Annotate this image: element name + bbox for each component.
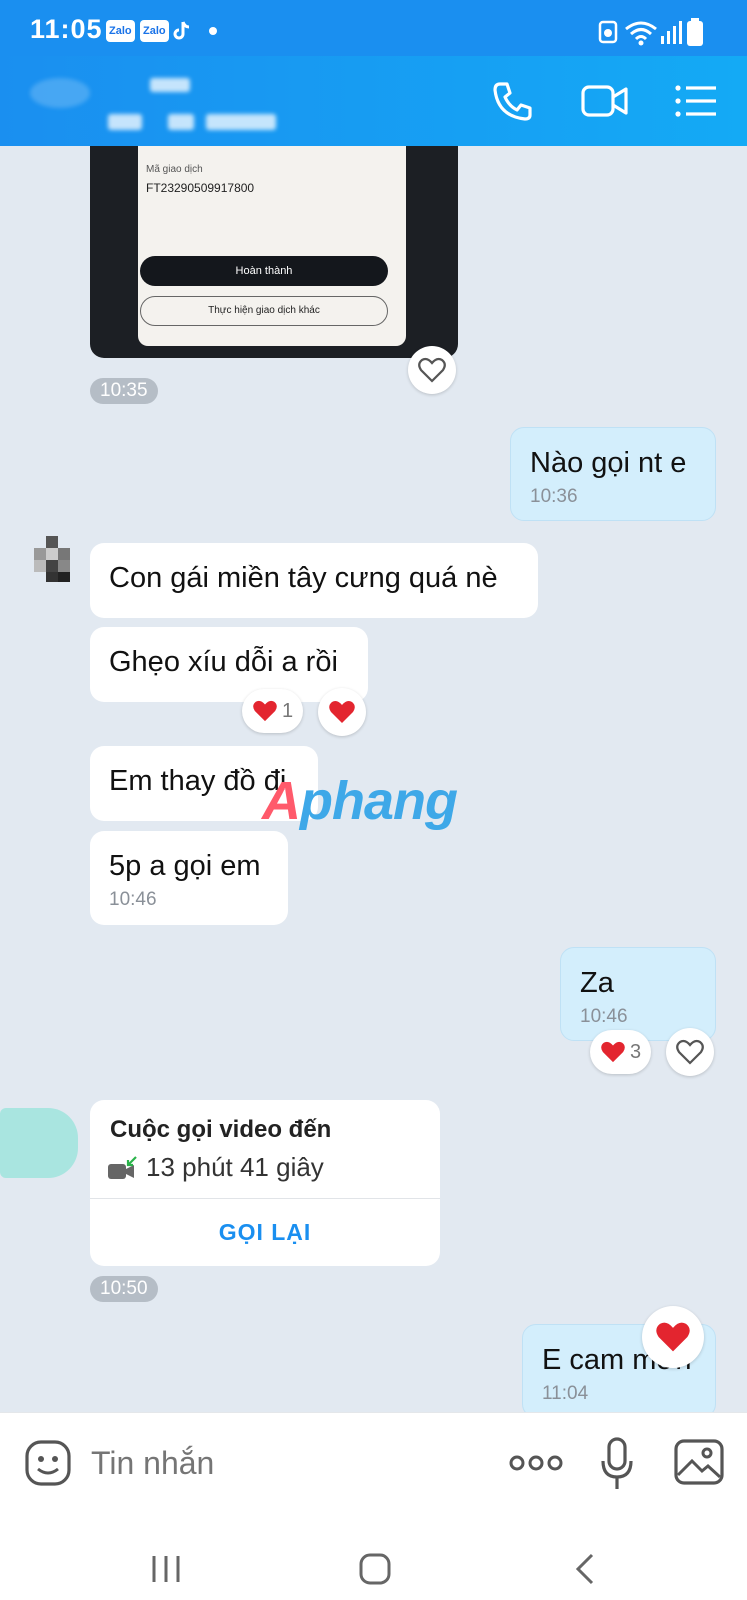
- zalo-notification-icon: Zalo: [106, 20, 135, 42]
- reaction-summary[interactable]: 3: [590, 1030, 652, 1074]
- blurred-avatar: [0, 1108, 78, 1178]
- system-nav-bar: [0, 1514, 747, 1600]
- contact-avatar[interactable]: [28, 528, 88, 588]
- photo-message[interactable]: Mã giao dịch FT23290509917800 Hoàn thành…: [90, 146, 458, 358]
- message-input-bar: [0, 1412, 747, 1514]
- zalo-notification-icon: Zalo: [140, 20, 169, 42]
- call-duration: 13 phút 41 giây: [146, 1152, 324, 1182]
- react-button[interactable]: [666, 1028, 714, 1076]
- heart-icon: [601, 1041, 625, 1063]
- react-button[interactable]: [642, 1306, 704, 1368]
- tiktok-icon: [173, 21, 190, 40]
- receipt-screenshot: Mã giao dịch FT23290509917800 Hoàn thành…: [138, 146, 406, 346]
- reaction-summary[interactable]: 1: [242, 689, 304, 733]
- video-call-icon[interactable]: [580, 76, 630, 126]
- message-bubble-outgoing[interactable]: Nào gọi nt e 10:36: [510, 427, 716, 521]
- more-options-icon[interactable]: [508, 1453, 564, 1473]
- message-bubble-outgoing[interactable]: Za 10:46: [560, 947, 716, 1041]
- notification-dot: [209, 27, 217, 35]
- message-input[interactable]: [91, 1445, 391, 1482]
- call-title: Cuộc gọi video đến: [110, 1116, 332, 1143]
- transaction-label: Mã giao dịch: [146, 164, 203, 175]
- reaction-count: 3: [630, 1040, 642, 1063]
- time-stamp: 10:50: [90, 1276, 158, 1302]
- message-time: 11:04: [542, 1383, 589, 1404]
- call-back-button[interactable]: GỌI LẠI: [90, 1199, 440, 1266]
- message-time: 10:36: [530, 486, 578, 507]
- message-text: Nào gọi nt e: [530, 447, 687, 479]
- time-stamp: 10:35: [90, 378, 158, 404]
- status-time: 11:05: [30, 14, 103, 44]
- home-icon[interactable]: [358, 1552, 392, 1586]
- heart-icon: [329, 701, 355, 723]
- back-icon[interactable]: [574, 1552, 596, 1586]
- recycle-icon: [598, 20, 618, 44]
- message-bubble-incoming[interactable]: 5p a gọi em 10:46: [90, 831, 288, 925]
- watermark: Aphang: [262, 771, 458, 831]
- video-call-card: Cuộc gọi video đến 13 phút 41 giây GỌI L…: [90, 1100, 440, 1266]
- sticker-icon[interactable]: [24, 1439, 72, 1487]
- incoming-video-call-icon: [108, 1156, 137, 1179]
- battery-icon: [687, 18, 703, 46]
- message-text: Za: [580, 967, 614, 999]
- heart-outline-icon: [418, 357, 446, 383]
- message-time: 10:46: [580, 1006, 628, 1027]
- wifi-icon: [625, 21, 657, 46]
- heart-icon: [656, 1322, 690, 1352]
- reaction-count: 1: [282, 699, 294, 722]
- microphone-icon[interactable]: [600, 1437, 634, 1491]
- heart-outline-icon: [676, 1039, 704, 1065]
- react-button[interactable]: [408, 346, 456, 394]
- other-transaction-button: Thực hiện giao dịch khác: [140, 296, 388, 326]
- message-text: Con gái miền tây cưng quá nè: [109, 562, 498, 594]
- image-icon[interactable]: [674, 1439, 724, 1485]
- recent-apps-icon[interactable]: [150, 1554, 182, 1584]
- complete-button: Hoàn thành: [140, 256, 388, 286]
- signal-icon: [661, 21, 682, 44]
- message-bubble-incoming[interactable]: Ghẹo xíu dỗi a rồi: [90, 627, 368, 702]
- phone-call-icon[interactable]: [488, 76, 538, 126]
- message-text: Ghẹo xíu dỗi a rồi: [109, 646, 338, 678]
- transaction-code: FT23290509917800: [146, 181, 255, 195]
- status-bar: 11:05 Zalo Zalo: [0, 0, 747, 56]
- chat-header: [0, 56, 747, 146]
- message-time: 10:46: [109, 889, 157, 910]
- message-text: 5p a gọi em: [109, 850, 261, 882]
- react-button[interactable]: [318, 688, 366, 736]
- menu-list-icon[interactable]: [672, 76, 722, 126]
- message-bubble-incoming[interactable]: Con gái miền tây cưng quá nè: [90, 543, 538, 618]
- heart-icon: [253, 700, 277, 722]
